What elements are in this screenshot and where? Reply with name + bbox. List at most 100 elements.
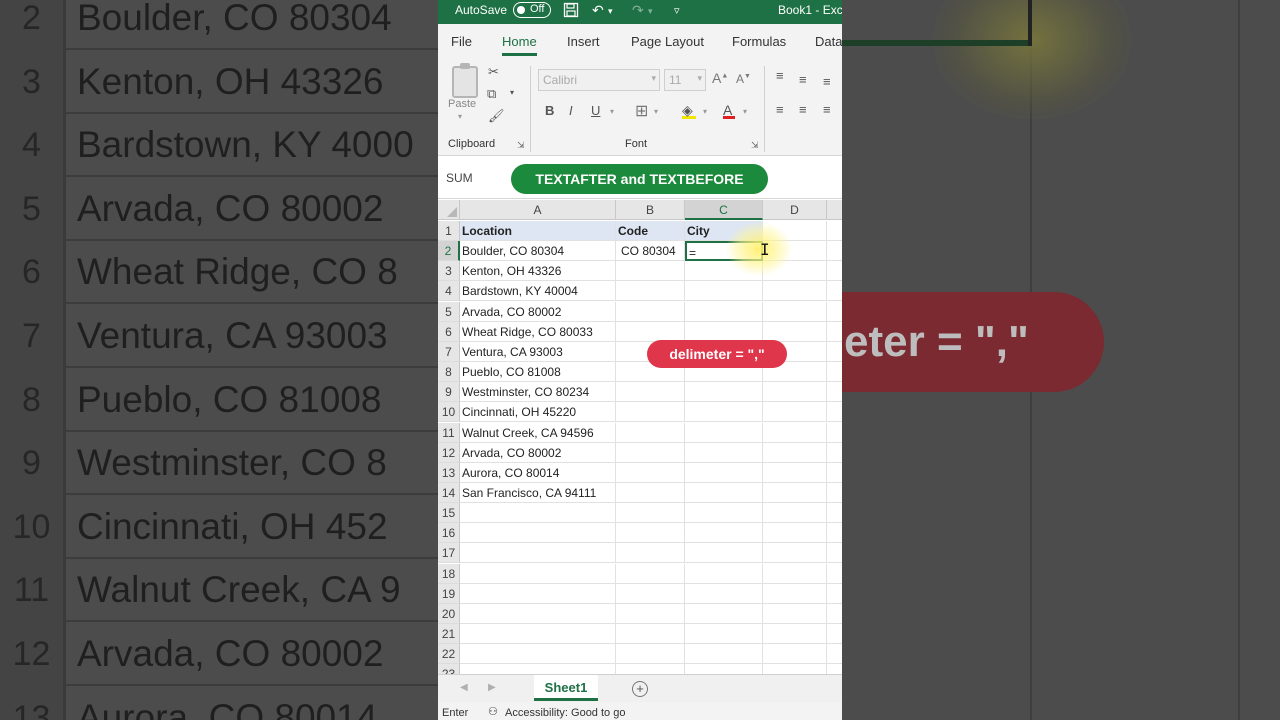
accessibility-status[interactable]: Accessibility: Good to go: [505, 707, 625, 719]
grid-cell[interactable]: [685, 543, 763, 564]
grid-cell[interactable]: [685, 563, 763, 584]
grid-cell[interactable]: Wheat Ridge, CO 80033: [460, 321, 616, 342]
grid-cell[interactable]: [827, 443, 842, 463]
redo-icon[interactable]: ↷: [632, 2, 644, 19]
grid-cell[interactable]: [616, 523, 685, 544]
name-box[interactable]: SUM: [446, 171, 473, 185]
grid-cell[interactable]: Bardstown, KY 40004: [460, 281, 616, 302]
grid-cell[interactable]: [763, 462, 827, 483]
grid-cell[interactable]: [763, 402, 827, 423]
grid-cell[interactable]: [460, 603, 616, 624]
row-header[interactable]: 4: [438, 281, 460, 302]
dialog-launcher-icon[interactable]: ⇲: [751, 140, 759, 151]
grid-cell[interactable]: [685, 482, 763, 503]
grid-cell[interactable]: CO 80304: [616, 241, 685, 262]
grid-cell[interactable]: [763, 382, 827, 403]
grid-cell[interactable]: [685, 281, 763, 302]
paste-icon[interactable]: [452, 63, 478, 98]
grid-cell[interactable]: [763, 624, 827, 644]
grid-cell[interactable]: Cincinnati, OH 45220: [460, 402, 616, 423]
row-header[interactable]: 10: [438, 402, 460, 423]
grid-cell[interactable]: [616, 563, 685, 584]
grid-cell[interactable]: [616, 583, 685, 604]
chevron-down-icon[interactable]: ▾: [610, 107, 614, 116]
grid-cell[interactable]: San Francisco, CA 94111: [460, 482, 616, 503]
grid-cell[interactable]: [685, 603, 763, 624]
chevron-left-icon[interactable]: ◀: [460, 682, 468, 693]
grid-cell[interactable]: [827, 503, 842, 524]
column-header-d[interactable]: D: [763, 200, 827, 220]
grid-cell[interactable]: [685, 523, 763, 544]
grid-cell[interactable]: Ventura, CA 93003: [460, 341, 616, 362]
tab-data[interactable]: Data: [815, 34, 842, 49]
grid-cell[interactable]: [616, 382, 685, 403]
format-painter-icon[interactable]: 🖌: [488, 108, 505, 124]
decrease-font-icon[interactable]: A▼: [736, 72, 751, 86]
grid-cell[interactable]: [685, 462, 763, 483]
grid-cell[interactable]: [616, 603, 685, 624]
grid-cell[interactable]: [763, 543, 827, 564]
grid-cell[interactable]: [616, 422, 685, 443]
grid-cell[interactable]: [827, 302, 842, 322]
row-header[interactable]: 16: [438, 523, 460, 544]
row-header[interactable]: 23: [438, 664, 460, 674]
grid-cell[interactable]: [616, 462, 685, 483]
row-header[interactable]: 19: [438, 583, 460, 604]
grid-cell[interactable]: [460, 563, 616, 584]
grid-cell[interactable]: [616, 624, 685, 644]
accessibility-icon[interactable]: ⚇: [488, 705, 498, 718]
grid-cell[interactable]: [827, 624, 842, 644]
grid-cell[interactable]: [685, 382, 763, 403]
grid-cell[interactable]: [616, 281, 685, 302]
row-header[interactable]: 14: [438, 482, 460, 503]
grid-cell[interactable]: [685, 301, 763, 322]
align-left-icon[interactable]: ≡: [776, 102, 784, 117]
chevron-down-icon[interactable]: ▾: [703, 107, 707, 116]
row-header[interactable]: 5: [438, 301, 460, 322]
cut-icon[interactable]: ✂: [488, 64, 499, 80]
grid-cell[interactable]: [460, 523, 616, 544]
grid-cell[interactable]: [460, 543, 616, 564]
grid-cell[interactable]: [827, 564, 842, 584]
grid-cell[interactable]: [827, 261, 842, 282]
row-header[interactable]: 9: [438, 382, 460, 403]
grid-cell[interactable]: [685, 442, 763, 463]
grid-cell[interactable]: [827, 322, 842, 342]
grid-cell[interactable]: Location: [460, 221, 616, 241]
chevron-down-icon[interactable]: ▾: [458, 112, 462, 121]
grid-cell[interactable]: [616, 503, 685, 524]
grid-cell[interactable]: [685, 583, 763, 604]
row-header[interactable]: 7: [438, 341, 460, 362]
tab-formulas[interactable]: Formulas: [732, 34, 786, 49]
font-size-box[interactable]: 11 ▾: [664, 69, 706, 91]
tab-page-layout[interactable]: Page Layout: [631, 34, 704, 49]
align-right-icon[interactable]: ≡: [823, 102, 831, 117]
grid-cell[interactable]: [616, 402, 685, 423]
row-header[interactable]: 3: [438, 261, 460, 282]
chevron-down-icon[interactable]: ▾: [648, 6, 653, 17]
row-header[interactable]: 21: [438, 624, 460, 644]
column-header-b[interactable]: B: [616, 200, 685, 220]
chevron-down-icon[interactable]: ▾: [654, 107, 658, 116]
row-header[interactable]: 18: [438, 563, 460, 584]
grid-cell[interactable]: Arvada, CO 80002: [460, 442, 616, 463]
grid-cell[interactable]: [460, 583, 616, 604]
fill-color-icon[interactable]: ◈: [682, 102, 696, 119]
grid-cell[interactable]: [763, 583, 827, 604]
grid-cell[interactable]: [827, 221, 842, 241]
grid-cell[interactable]: [616, 644, 685, 665]
grid-cell[interactable]: [763, 664, 827, 674]
grid-cell[interactable]: [763, 422, 827, 443]
grid-cell[interactable]: [827, 342, 842, 362]
dialog-launcher-icon[interactable]: ⇲: [517, 140, 525, 151]
grid-cell[interactable]: Boulder, CO 80304: [460, 241, 616, 262]
grid-cell[interactable]: [763, 301, 827, 322]
row-header[interactable]: 12: [438, 442, 460, 463]
add-sheet-icon[interactable]: +: [632, 681, 648, 697]
grid-cell[interactable]: [460, 503, 616, 524]
grid-cell[interactable]: Pueblo, CO 81008: [460, 362, 616, 383]
grid-cell[interactable]: [685, 422, 763, 443]
grid-cell[interactable]: [827, 423, 842, 443]
grid-cell[interactable]: Aurora, CO 80014: [460, 462, 616, 483]
row-header[interactable]: 1: [438, 221, 460, 241]
